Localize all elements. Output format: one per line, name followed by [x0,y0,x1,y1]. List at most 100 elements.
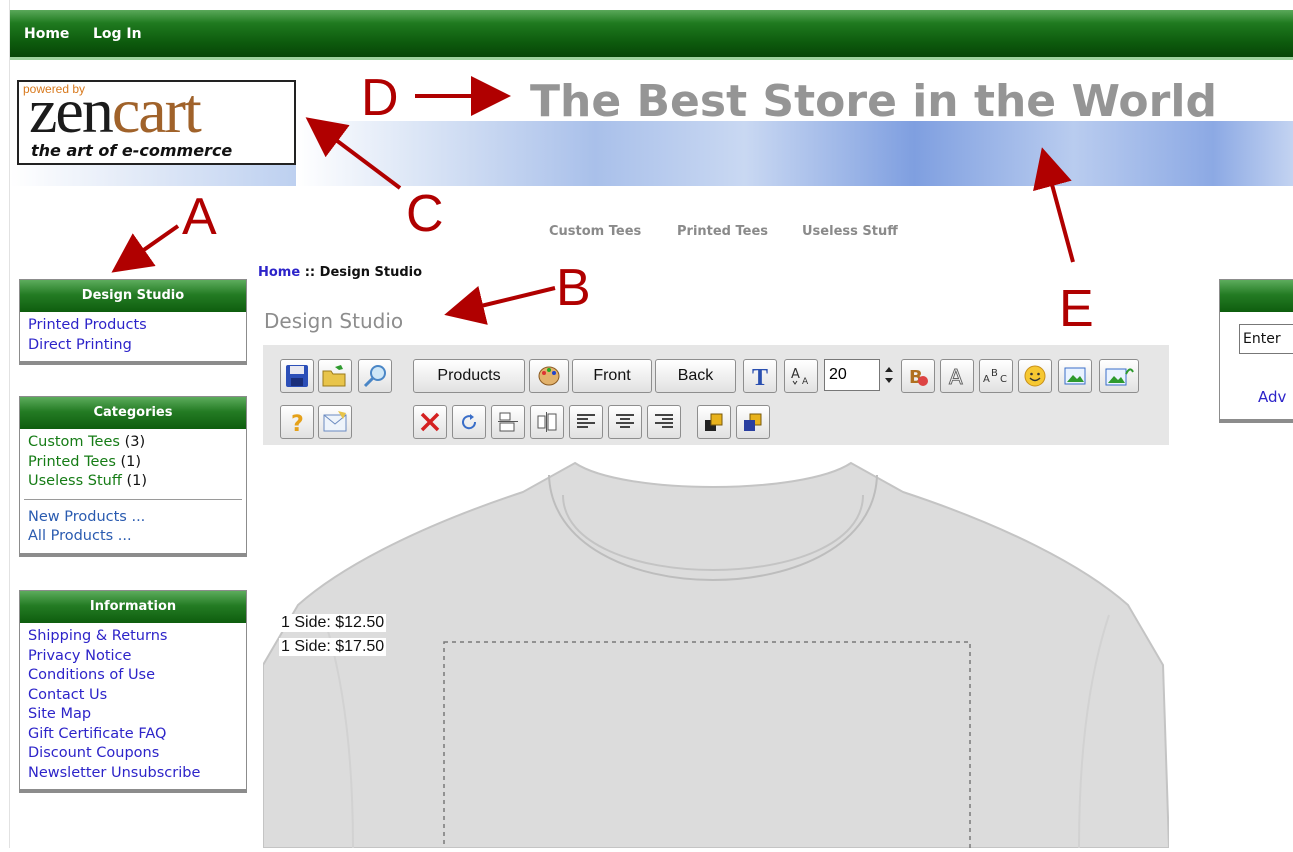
front-button[interactable]: Front [572,359,652,393]
arrow-b [444,286,556,325]
header-banner [296,121,1293,186]
link-direct-printing[interactable]: Direct Printing [28,336,238,356]
text-color-icon[interactable]: B [901,359,935,393]
category-name[interactable]: Custom Tees [28,434,120,450]
svg-text:A: A [983,374,990,385]
align-horizontal-icon[interactable] [530,405,564,439]
breadcrumb: Home :: Design Studio [258,265,422,280]
bring-forward-icon[interactable] [697,405,731,439]
align-left-icon[interactable] [569,405,603,439]
send-backward-icon[interactable] [736,405,770,439]
annotation-label-b: B [556,259,591,317]
breadcrumb-home[interactable]: Home [258,265,300,280]
category-name[interactable]: Useless Stuff [28,473,122,489]
link-all-products[interactable]: All Products ... [28,527,238,547]
header-banner-left [10,165,296,186]
svg-text:A: A [949,365,963,388]
category-count: (3) [124,434,146,450]
annotation-label-d: D [361,69,399,127]
help-icon[interactable]: ? [280,405,314,439]
sidebox-design-studio-title: Design Studio [20,280,246,312]
price-label-one-side-alt: 1 Side: $17.50 [279,638,387,656]
catnav-printed-tees[interactable]: Printed Tees [677,224,768,239]
nav-login-link[interactable]: Log In [93,26,142,42]
back-button-label: Back [677,367,714,384]
link-conditions-of-use[interactable]: Conditions of Use [28,666,238,686]
sidebox-categories: Categories Custom Tees (3) Printed Tees … [19,396,247,557]
catnav-custom-tees[interactable]: Custom Tees [549,224,641,239]
breadcrumb-current: Design Studio [319,265,423,280]
tshirt-design-canvas[interactable] [262,455,1171,852]
arc-text-icon[interactable]: ABC [979,359,1013,393]
page-title: Design Studio [264,309,404,333]
advanced-search-link[interactable]: Adv [1258,388,1286,406]
smiley-icon[interactable] [1018,359,1052,393]
category-count: (1) [120,453,142,470]
top-nav-bar: Home Log In [10,10,1293,60]
svg-text:C: C [1000,374,1007,385]
categories-divider [24,498,242,500]
zoom-icon[interactable] [358,359,392,393]
store-logo[interactable]: powered by zencart the art of e-commerce [17,80,296,165]
upload-image-icon[interactable] [1099,359,1139,393]
category-item[interactable]: Custom Tees (3) [28,433,238,453]
align-center-icon[interactable] [608,405,642,439]
logo-zen-text: zen [29,80,114,146]
svg-text:B: B [991,368,998,379]
link-privacy-notice[interactable]: Privacy Notice [28,647,238,667]
link-new-products[interactable]: New Products ... [28,508,238,528]
nav-home-link[interactable]: Home [24,26,69,42]
link-printed-products[interactable]: Printed Products [28,316,238,336]
open-folder-icon[interactable] [318,359,352,393]
back-button[interactable]: Back [655,359,736,393]
arrow-a [111,224,180,273]
logo-cart-text: cart [111,80,202,146]
delete-icon[interactable] [413,405,447,439]
annotation-label-c: C [406,185,444,243]
products-button-label: Products [437,367,501,384]
catnav-useless-stuff[interactable]: Useless Stuff [802,224,898,239]
link-shipping-returns[interactable]: Shipping & Returns [28,627,238,647]
price-label-one-side: 1 Side: $12.50 [279,614,387,632]
link-gift-certificate-faq[interactable]: Gift Certificate FAQ [28,725,238,745]
link-contact-us[interactable]: Contact Us [28,686,238,706]
palette-icon[interactable] [529,359,569,393]
category-name[interactable]: Printed Tees [28,454,116,470]
sidebox-search-header [1220,280,1293,312]
link-discount-coupons[interactable]: Discount Coupons [28,744,238,764]
category-item[interactable]: Useless Stuff (1) [28,472,238,492]
category-count: (1) [126,473,147,489]
email-icon[interactable] [318,405,352,439]
logo-tagline: the art of e-commerce [31,141,233,160]
sidebox-search: Enter Adv [1219,279,1293,423]
align-vertical-icon[interactable] [491,405,525,439]
products-button[interactable]: Products [413,359,525,393]
link-newsletter-unsubscribe[interactable]: Newsletter Unsubscribe [28,764,238,784]
search-input[interactable]: Enter [1239,324,1293,354]
outline-text-icon[interactable]: A [940,359,974,393]
breadcrumb-separator: :: [304,265,316,280]
font-size-input[interactable]: 20 [824,359,880,391]
sidebox-information: Information Shipping & Returns Privacy N… [19,590,247,793]
svg-text:A: A [791,367,800,382]
tshirt-graphic [262,461,1171,852]
font-size-icon[interactable]: AA [784,359,818,393]
window-left-edge [0,0,10,848]
rotate-icon[interactable] [452,405,486,439]
svg-text:?: ? [291,412,304,434]
store-title: The Best Store in the World [530,76,1217,127]
category-item[interactable]: Printed Tees (1) [28,453,238,473]
link-site-map[interactable]: Site Map [28,705,238,725]
sidebox-information-title: Information [20,591,246,623]
font-size-stepper[interactable] [882,359,896,391]
front-button-label: Front [593,367,631,384]
text-icon[interactable]: T [743,359,777,393]
save-icon[interactable] [280,359,314,393]
image-icon[interactable] [1058,359,1092,393]
sidebox-design-studio: Design Studio Printed Products Direct Pr… [19,279,247,365]
logo-wordmark: zencart [29,80,202,148]
svg-text:T: T [752,365,768,388]
align-right-icon[interactable] [647,405,681,439]
sidebox-categories-title: Categories [20,397,246,429]
annotation-label-a: A [182,188,217,246]
